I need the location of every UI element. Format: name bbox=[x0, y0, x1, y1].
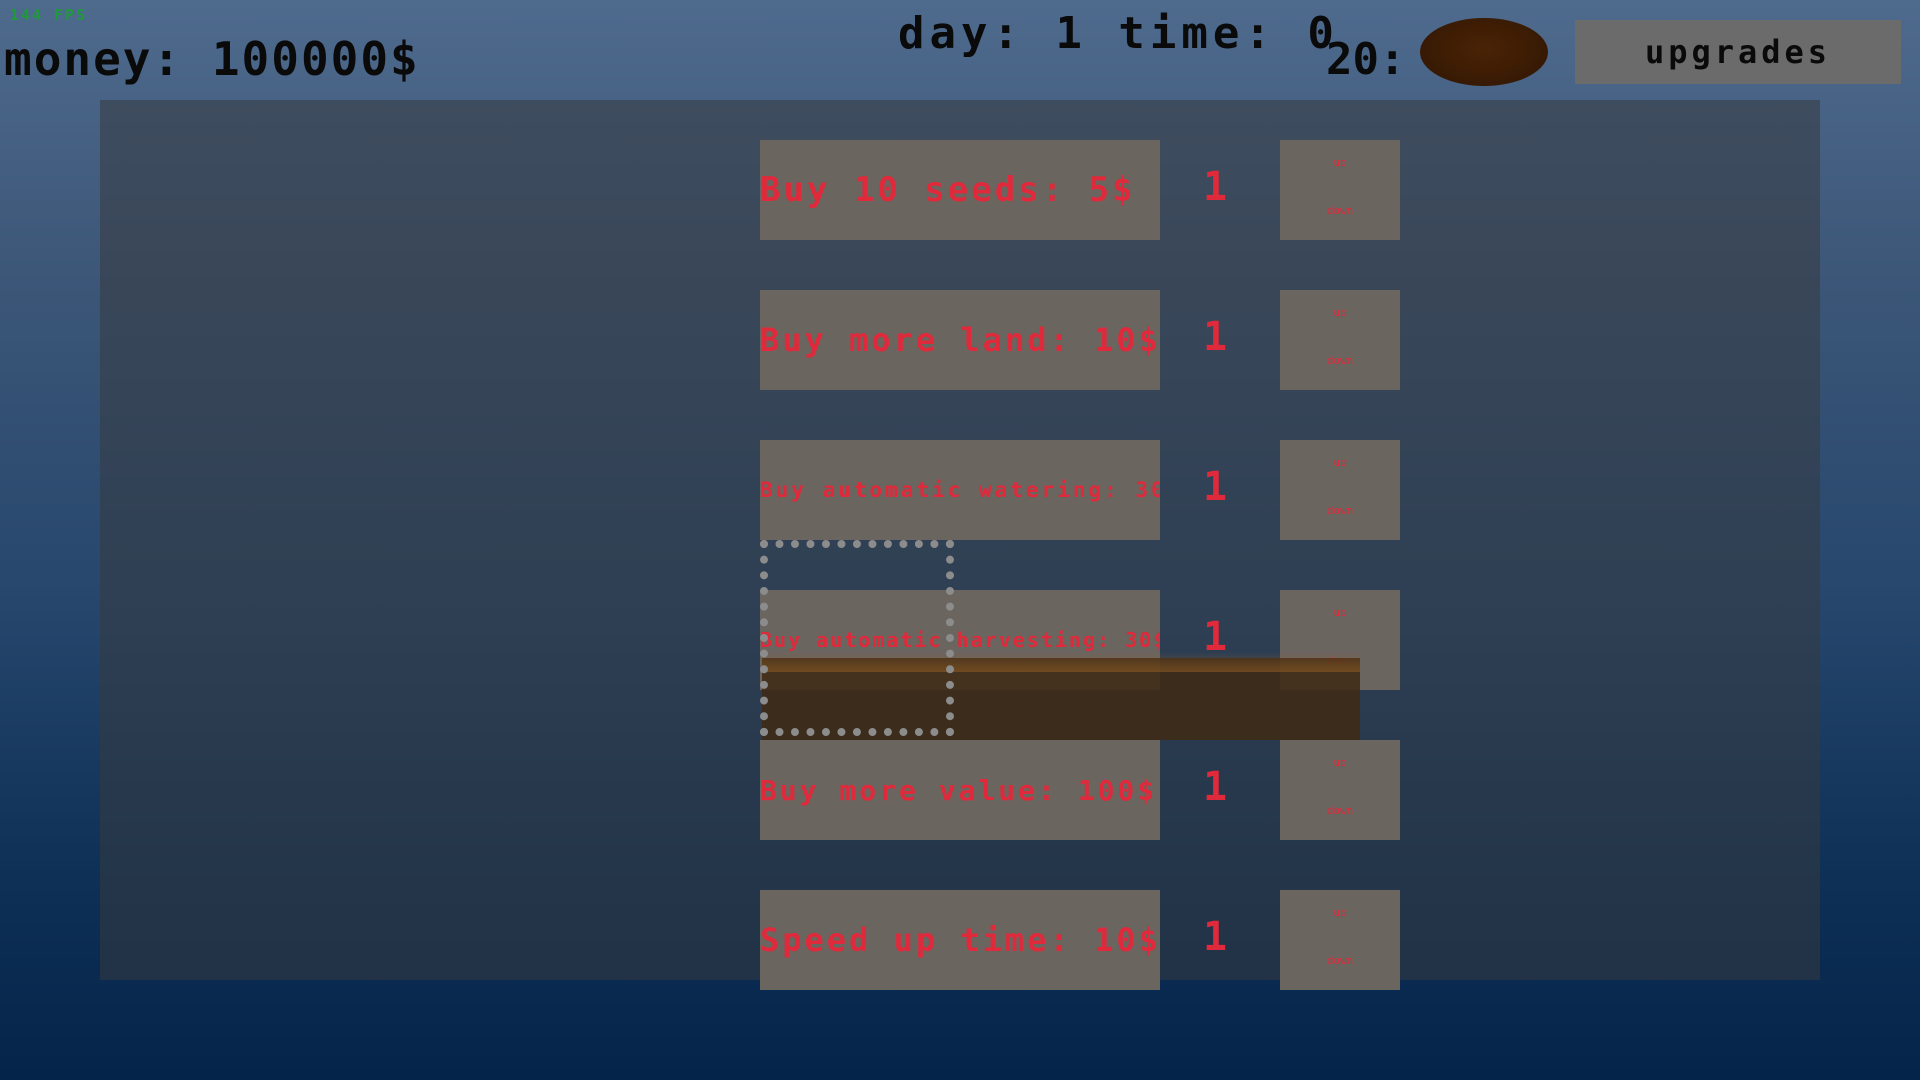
seed-pile-icon bbox=[1420, 18, 1548, 86]
speed-up-time-down-button[interactable]: down bbox=[1280, 954, 1400, 967]
buy-land-quantity: 1 bbox=[1202, 314, 1228, 360]
money-display: money: 100000$ bbox=[4, 32, 420, 86]
day-time-display: day: 1 time: 0 bbox=[898, 8, 1339, 59]
buy-watering-up-button[interactable]: up bbox=[1280, 456, 1400, 469]
buy-seeds-stepper: up down bbox=[1280, 140, 1400, 240]
buy-seeds-quantity: 1 bbox=[1202, 164, 1228, 210]
fps-counter: 144 FPS bbox=[10, 6, 88, 24]
speed-up-time-button[interactable]: Speed up time: 10$ bbox=[760, 890, 1160, 990]
buy-value-stepper: up down bbox=[1280, 740, 1400, 840]
buy-land-button[interactable]: Buy more land: 10$ bbox=[760, 290, 1160, 390]
plot-selection-outline bbox=[760, 540, 954, 736]
buy-watering-quantity: 1 bbox=[1202, 464, 1228, 510]
speed-up-time-label: Speed up time: 10$ bbox=[760, 921, 1160, 959]
buy-watering-stepper: up down bbox=[1280, 440, 1400, 540]
buy-value-label: Buy more value: 100$ bbox=[760, 773, 1158, 807]
buy-value-up-button[interactable]: up bbox=[1280, 756, 1400, 769]
buy-land-down-button[interactable]: down bbox=[1280, 354, 1400, 367]
seed-count: 20: bbox=[1326, 34, 1406, 85]
speed-up-time-stepper: up down bbox=[1280, 890, 1400, 990]
buy-value-quantity: 1 bbox=[1202, 764, 1228, 810]
speed-up-time-up-button[interactable]: up bbox=[1280, 906, 1400, 919]
speed-up-time-quantity: 1 bbox=[1202, 914, 1228, 960]
buy-watering-down-button[interactable]: down bbox=[1280, 504, 1400, 517]
upgrades-button[interactable]: upgrades bbox=[1575, 20, 1901, 84]
buy-seeds-label: Buy 10 seeds: 5$ bbox=[760, 170, 1136, 210]
buy-watering-button[interactable]: Buy automatic watering: 30$ bbox=[760, 440, 1160, 540]
buy-seeds-up-button[interactable]: up bbox=[1280, 156, 1400, 169]
buy-land-up-button[interactable]: up bbox=[1280, 306, 1400, 319]
buy-land-label: Buy more land: 10$ bbox=[760, 321, 1160, 359]
buy-watering-label: Buy automatic watering: 30$ bbox=[760, 478, 1160, 502]
buy-seeds-button[interactable]: Buy 10 seeds: 5$ bbox=[760, 140, 1160, 240]
buy-harvesting-up-button[interactable]: up bbox=[1280, 606, 1400, 619]
buy-seeds-down-button[interactable]: down bbox=[1280, 204, 1400, 217]
buy-land-stepper: up down bbox=[1280, 290, 1400, 390]
buy-value-button[interactable]: Buy more value: 100$ bbox=[760, 740, 1160, 840]
buy-value-down-button[interactable]: down bbox=[1280, 804, 1400, 817]
